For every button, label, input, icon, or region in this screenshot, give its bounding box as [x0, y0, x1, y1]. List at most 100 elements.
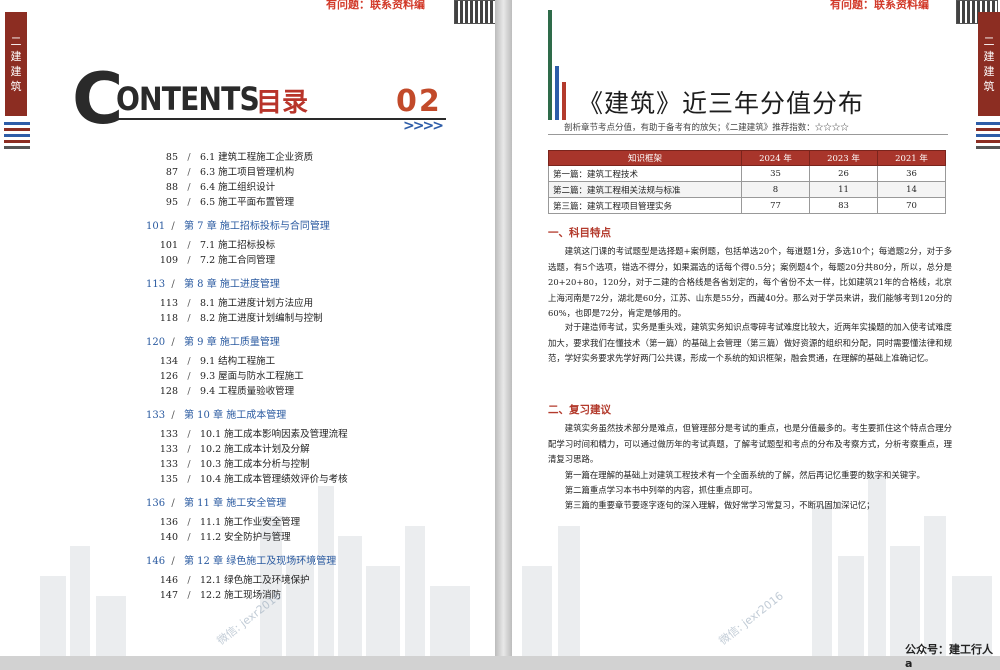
toc-title: 7.1 施工招标投标 [200, 240, 276, 251]
side-tab: 二 建 建 筑 [5, 12, 27, 116]
toc-page-number: 118 [159, 313, 178, 324]
table-of-contents: 85 / 6.1 建筑工程施工企业资质 87 / 6.3 施工项目管理机构 88 / 6.4 施… [146, 150, 466, 603]
table-cell: 83 [809, 197, 878, 214]
paragraph: 建筑这门课的考试题型是选择题+案例题，包括单选20个，每道题1分，多选10个；每… [548, 246, 952, 319]
toc-chapter[interactable]: 146 / 第 12 章 绿色施工及现场环境管理 [146, 554, 466, 569]
toc-separator: / [187, 298, 191, 309]
toc-separator: / [171, 279, 175, 290]
table-header-cell: 2021 年 [877, 150, 946, 166]
table-row: 第一篇：建筑工程技术 35 26 36 [548, 165, 946, 182]
toc-separator: / [171, 337, 175, 348]
toc-entry[interactable]: 87 / 6.3 施工项目管理机构 [146, 165, 466, 180]
toc-page-number: 88 [165, 182, 178, 193]
toc-chapter[interactable]: 120 / 第 9 章 施工质量管理 [146, 335, 466, 350]
table-header-cell: 知识框架 [548, 150, 742, 166]
top-note: 有问题：联系资料编 [326, 0, 425, 11]
toc-title: 11.2 安全防护与管理 [200, 532, 291, 543]
score-distribution-table: 知识框架 2024 年 2023 年 2021 年 第一篇：建筑工程技术 35 … [548, 150, 946, 214]
toc-title: 8.2 施工进度计划编制与控制 [200, 313, 323, 324]
toc-separator: / [187, 532, 191, 543]
toc-title: 9.1 结构工程施工 [200, 356, 276, 367]
toc-title: 6.3 施工项目管理机构 [200, 167, 295, 178]
toc-entry[interactable]: 133 / 10.1 施工成本影响因素及管理流程 [146, 427, 466, 442]
contents-logo-word: ONTENTS [116, 80, 260, 118]
toc-separator: / [187, 386, 191, 397]
qr-code [454, 0, 495, 24]
top-note: 有问题：联系资料编 [830, 0, 929, 11]
toc-page-number: 113 [146, 279, 166, 290]
toc-page-number: 135 [159, 474, 178, 485]
side-color-bars [4, 122, 30, 152]
table-cell: 第二篇：建筑工程相关法规与标准 [548, 181, 742, 198]
toc-title: 第 7 章 施工招标投标与合同管理 [184, 221, 330, 232]
toc-page-number: 133 [159, 429, 178, 440]
toc-entry[interactable]: 126 / 9.3 屋面与防水工程施工 [146, 369, 466, 384]
section-heading: 二、复习建议 [548, 404, 611, 416]
toc-page-number: 120 [146, 337, 166, 348]
toc-title: 10.2 施工成本计划及分解 [200, 444, 310, 455]
toc-separator: / [187, 444, 191, 455]
toc-chapter[interactable]: 101 / 第 7 章 施工招标投标与合同管理 [146, 219, 466, 234]
toc-entry[interactable]: 128 / 9.4 工程质量验收管理 [146, 384, 466, 399]
toc-entry[interactable]: 146 / 12.1 绿色施工及环境保护 [146, 573, 466, 588]
toc-title: 第 9 章 施工质量管理 [184, 337, 280, 348]
toc-page-number: 113 [159, 298, 178, 309]
table-header-row: 知识框架 2024 年 2023 年 2021 年 [548, 150, 946, 166]
table-cell: 14 [877, 181, 946, 198]
toc-separator: / [187, 167, 191, 178]
toc-separator: / [187, 517, 191, 528]
side-tab-char: 建 [10, 65, 22, 78]
page-subtitle: 剖析章节考点分值，有助于备考有的放矢；《二建建筑》推荐指数：☆☆☆☆ [564, 123, 849, 133]
table-cell: 11 [809, 181, 878, 198]
toc-entry[interactable]: 101 / 7.1 施工招标投标 [146, 238, 466, 253]
toc-title: 10.1 施工成本影响因素及管理流程 [200, 429, 348, 440]
toc-separator: / [187, 575, 191, 586]
toc-page-number: 109 [159, 255, 178, 266]
toc-entry[interactable]: 140 / 11.2 安全防护与管理 [146, 530, 466, 545]
paragraph: 第三篇的重要章节要逐字逐句的深入理解，做好常学习常复习，不断巩固加深记忆； [564, 500, 875, 510]
toc-entry[interactable]: 85 / 6.1 建筑工程施工企业资质 [146, 150, 466, 165]
table-row: 第二篇：建筑工程相关法规与标准 8 11 14 [548, 181, 946, 198]
toc-separator: / [171, 556, 175, 567]
toc-entry[interactable]: 95 / 6.5 施工平面布置管理 [146, 195, 466, 210]
toc-entry[interactable]: 135 / 10.4 施工成本管理绩效评价与考核 [146, 472, 466, 487]
toc-title: 6.5 施工平面布置管理 [200, 197, 295, 208]
toc-entry[interactable]: 109 / 7.2 施工合同管理 [146, 253, 466, 268]
toc-page-number: 133 [159, 444, 178, 455]
contents-logo: C ONTENTS 目录 [72, 64, 312, 134]
side-tab: 二 建 建 筑 [978, 12, 1000, 116]
side-tab-char: 二 [983, 35, 995, 48]
table-cell: 第三篇：建筑工程项目管理实务 [548, 197, 742, 214]
contents-title-cn: 目录 [256, 88, 309, 118]
paragraph: 第一篇在理解的基础上对建筑工程技术有一个全面系统的了解，然后再记忆重要的数字和关… [564, 470, 925, 480]
toc-entry[interactable]: 136 / 11.1 施工作业安全管理 [146, 515, 466, 530]
toc-entry[interactable]: 133 / 10.2 施工成本计划及分解 [146, 442, 466, 457]
toc-title: 第 11 章 施工安全管理 [184, 498, 287, 509]
toc-separator: / [187, 240, 191, 251]
toc-separator: / [187, 182, 191, 193]
side-tab-char: 筑 [10, 80, 22, 93]
toc-chapter[interactable]: 136 / 第 11 章 施工安全管理 [146, 496, 466, 511]
toc-title: 11.1 施工作业安全管理 [200, 517, 301, 528]
toc-chapter[interactable]: 133 / 第 10 章 施工成本管理 [146, 408, 466, 423]
page-title: 《建筑》近三年分值分布 [578, 89, 865, 118]
toc-entry[interactable]: 134 / 9.1 结构工程施工 [146, 354, 466, 369]
toc-title: 7.2 施工合同管理 [200, 255, 276, 266]
toc-separator: / [187, 313, 191, 324]
toc-entry[interactable]: 147/12.2 施工现场消防 [146, 588, 466, 603]
toc-page-number: 101 [159, 240, 178, 251]
toc-page-number: 126 [159, 371, 178, 382]
toc-chapter[interactable]: 113 / 第 8 章 施工进度管理 [146, 277, 466, 292]
toc-title: 9.4 工程质量验收管理 [200, 386, 295, 397]
table-row: 第三篇：建筑工程项目管理实务 77 83 70 [548, 197, 946, 214]
toc-separator: / [187, 255, 191, 266]
toc-entry[interactable]: 133 / 10.3 施工成本分析与控制 [146, 457, 466, 472]
toc-page-number: 136 [146, 498, 166, 509]
toc-page-number: 147 [159, 590, 178, 601]
toc-title: 第 12 章 绿色施工及现场环境管理 [184, 556, 337, 567]
toc-entry[interactable]: 113 / 8.1 施工进度计划方法应用 [146, 296, 466, 311]
header-rule [100, 118, 446, 120]
toc-page-number: 95 [165, 197, 178, 208]
toc-entry[interactable]: 118 / 8.2 施工进度计划编制与控制 [146, 311, 466, 326]
toc-entry[interactable]: 88 / 6.4 施工组织设计 [146, 180, 466, 195]
